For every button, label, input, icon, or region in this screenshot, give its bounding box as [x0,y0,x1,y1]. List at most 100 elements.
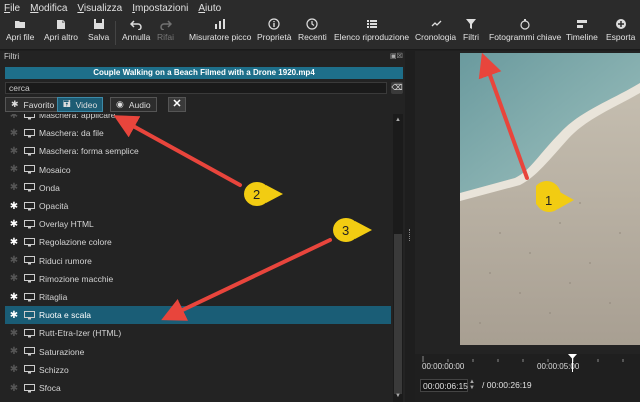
filter-list-item[interactable]: ✱ Sfoca [5,379,391,397]
filter-item-label: Regolazione colore [39,237,112,248]
peak-meter-icon [215,19,226,29]
filter-list-item[interactable]: ✱ Riduci rumore [5,252,391,270]
filter-list-item[interactable]: ✱ Mosaico [5,161,391,179]
monitor-icon [24,256,35,265]
recent-button[interactable]: Recenti [298,18,327,42]
filter-item-label: Ritaglia [39,292,68,302]
main-toolbar: Apri file Apri altro Salva Annulla Rifai… [0,16,640,50]
menu-file[interactable]: File [4,3,20,14]
open-other-button[interactable]: Apri altro [44,18,78,42]
menu-bar: File Modifica Visualizza Impostazioni Ai… [0,0,640,16]
open-file-button[interactable]: Apri file [6,18,34,42]
filter-list-item[interactable]: ✱ Opacità [5,197,391,215]
redo-button[interactable]: Rifai [157,18,174,42]
scroll-up-arrow-icon[interactable]: ▲ [395,117,401,123]
speaker-icon: ◉ [116,99,124,109]
filter-list-item[interactable]: ✱ Regolazione colore [5,233,391,251]
time-ruler[interactable]: 00:00:00:00 00:00:05:00 [421,354,640,372]
favorite-star-icon[interactable]: ✱ [7,383,21,394]
menu-impostazioni[interactable]: Impostazioni [132,3,188,14]
favorite-star-icon[interactable]: ✱ [7,328,21,339]
star-icon: ✱ [11,99,19,109]
filter-list-item[interactable]: ✱ Rimozione macchie [5,270,391,288]
panel-splitter[interactable] [405,51,415,402]
favorite-star-icon[interactable]: ✱ [7,164,21,175]
filter-list-item[interactable]: ✱ Maschera: da file [5,124,391,142]
monitor-icon [24,383,35,392]
search-input[interactable]: cerca [5,82,387,94]
duration-label: / 00:00:26:19 [482,380,532,390]
filter-item-label: Schizzo [39,364,69,375]
filter-list-item[interactable]: ✱ Maschera: applicare [5,114,391,124]
clock-icon [306,18,319,30]
filter-item-label: Sfoca [39,383,61,393]
filter-list-item[interactable]: ✱ Maschera: forma semplice [5,142,391,160]
favorite-star-icon[interactable]: ✱ [7,114,21,121]
filter-item-label: Maschera: forma semplice [39,146,139,157]
filter-list-item[interactable]: ✱ Schizzo [5,361,391,379]
filter-item-label: Overlay HTML [39,219,94,230]
tab-video[interactable]: 🖬 Video [57,97,104,112]
favorite-star-icon[interactable]: ✱ [7,237,21,248]
favorite-star-icon[interactable]: ✱ [7,219,21,230]
filter-item-label: Ruota e scala [39,310,91,321]
filter-list-scrollbar[interactable]: ▲ ▼ [393,114,403,402]
timecode-spinner-icon[interactable]: ▲ ▼ [469,379,477,392]
favorite-star-icon[interactable]: ✱ [7,182,21,193]
filter-list-item[interactable]: ✱ Saturazione [5,343,391,361]
filters-button[interactable]: Filtri [463,18,479,42]
playhead-icon[interactable] [568,354,577,372]
tab-favorite[interactable]: ✱ Favorito [5,97,61,112]
favorite-star-icon[interactable]: ✱ [7,346,21,357]
menu-aiuto[interactable]: Aiuto [198,3,221,14]
monitor-icon [24,292,35,301]
monitor-icon [24,201,35,210]
monitor-icon [24,310,35,320]
playlist-button[interactable]: Elenco riproduzione [334,18,409,42]
monitor-icon [24,165,35,174]
position-timecode-input[interactable]: 00:00:06:15 [420,379,468,392]
filter-item-label: Mosaico [39,164,71,175]
timeline-button[interactable]: Timeline [566,18,598,42]
splitter-grip[interactable] [409,229,411,241]
favorite-star-icon[interactable]: ✱ [7,146,21,157]
peak-meter-button[interactable]: Misuratore picco [189,18,251,42]
open-other-icon [57,20,65,29]
keyframes-button[interactable]: Fotogrammi chiave [489,18,561,42]
favorite-star-icon[interactable]: ✱ [7,128,21,139]
filter-list-item[interactable]: ✱ Ruota e scala [5,306,391,325]
favorite-star-icon[interactable]: ✱ [7,201,21,212]
export-button[interactable]: Esporta [606,18,635,42]
save-button[interactable]: Salva [88,18,109,42]
menu-visualizza[interactable]: Visualizza [77,3,122,14]
panel-float-close-icon[interactable]: ▣☒ [390,52,403,60]
favorite-star-icon[interactable]: ✱ [7,255,21,266]
filter-list-item[interactable]: ✱ Ritaglia [5,288,391,306]
filter-item-label: Maschera: da file [39,128,104,139]
undo-button[interactable]: Annulla [122,18,150,42]
close-filter-button[interactable]: ✕ [168,97,186,112]
filter-item-label: Riduci rumore [39,255,92,266]
filter-item-label: Maschera: applicare [39,114,116,120]
properties-button[interactable]: Proprietà [257,18,292,42]
funnel-icon [466,19,477,29]
clear-search-icon[interactable]: ⌫ [391,82,403,94]
scrollbar-thumb[interactable] [394,234,402,394]
list-icon [366,20,377,28]
video-preview-beach [460,53,640,345]
tab-audio[interactable]: ◉ Audio [110,97,157,112]
save-icon [93,19,104,29]
favorite-star-icon[interactable]: ✱ [7,292,21,303]
filter-item-label: Rutt-Etra-Izer (HTML) [39,328,122,339]
history-button[interactable]: Cronologia [415,18,456,42]
favorite-star-icon[interactable]: ✱ [7,310,21,321]
filter-item-label: Onda [39,182,60,193]
scroll-down-arrow-icon[interactable]: ▼ [395,393,401,399]
ruler-ticks [422,356,624,362]
filter-list-item[interactable]: ✱ Overlay HTML [5,215,391,233]
menu-modifica[interactable]: Modifica [30,3,67,14]
filter-list-item[interactable]: ✱ Onda [5,179,391,197]
filter-list-item[interactable]: ✱ Rutt-Etra-Izer (HTML) [5,324,391,342]
favorite-star-icon[interactable]: ✱ [7,273,21,284]
favorite-star-icon[interactable]: ✱ [7,364,21,375]
